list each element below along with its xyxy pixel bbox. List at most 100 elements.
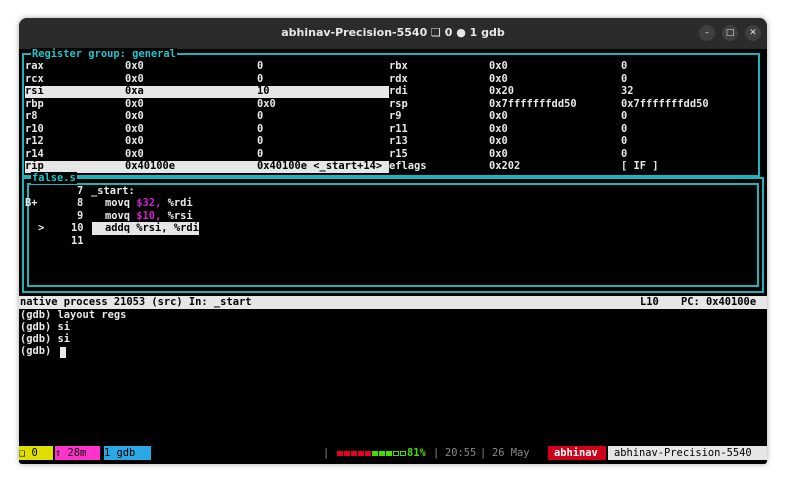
register-name: r9 bbox=[389, 110, 402, 122]
battery-cell bbox=[393, 450, 399, 456]
register-value: 0 bbox=[621, 122, 628, 135]
register-name: rip bbox=[25, 160, 44, 172]
register-value: 0x0 bbox=[125, 97, 144, 110]
register-value: 0 bbox=[621, 60, 628, 72]
code-label: _start: bbox=[91, 185, 135, 197]
console-prompt: (gdb) bbox=[20, 345, 58, 357]
uptime-label: ↑ 28m bbox=[55, 447, 87, 459]
register-value: 0 bbox=[257, 60, 264, 72]
register-name: r12 bbox=[25, 135, 44, 147]
register-value: 0 bbox=[621, 147, 628, 160]
terminal-content[interactable]: Register group: general rax 0x0 0 rbx 0x0 0 rc… bbox=[19, 48, 767, 464]
register-name: rdx bbox=[389, 72, 408, 85]
battery-cell bbox=[379, 450, 385, 456]
console-line: (gdb) si bbox=[20, 333, 71, 345]
separator: | bbox=[480, 447, 487, 459]
instruction: movq $32, %rdi bbox=[105, 197, 193, 209]
current-instruction: addq %rsi, %rdi bbox=[92, 222, 199, 235]
line-number: 7 bbox=[77, 185, 84, 197]
register-value: 0x0 bbox=[125, 135, 144, 147]
register-value: 0 bbox=[257, 135, 264, 147]
register-name: r11 bbox=[389, 122, 408, 135]
register-value: 0 bbox=[621, 135, 628, 147]
instruction: movq $10, %rsi bbox=[105, 210, 193, 222]
register-value: 0 bbox=[257, 147, 264, 160]
register-value: 0x40100e bbox=[125, 160, 176, 172]
console-line: (gdb) si bbox=[20, 321, 71, 333]
opcode: addq %rsi, %rdi bbox=[105, 222, 199, 235]
register-value: 0x0 bbox=[125, 122, 144, 135]
register-name: r13 bbox=[389, 135, 408, 147]
console-line: (gdb) layout regs bbox=[20, 309, 127, 321]
register-value: [ IF ] bbox=[621, 160, 659, 172]
tmux-window-tab[interactable]: 1 gdb bbox=[104, 446, 151, 460]
register-value: 0xa bbox=[125, 85, 144, 97]
session-label: ❑ 0 bbox=[19, 447, 38, 459]
battery-percent: 81% bbox=[407, 447, 426, 459]
register-value: 0 bbox=[257, 72, 264, 85]
register-value: 0x0 bbox=[125, 110, 144, 122]
register-name: rdi bbox=[389, 85, 408, 97]
process-status: native process 21053 (src) In: _start bbox=[20, 296, 252, 308]
line-number: 9 bbox=[77, 209, 84, 222]
register-value: 10 bbox=[257, 85, 270, 97]
text-cursor bbox=[60, 347, 66, 358]
register-name: rsp bbox=[389, 97, 408, 110]
battery-cell bbox=[344, 450, 350, 456]
minimize-button[interactable]: – bbox=[699, 25, 715, 41]
register-value: 0 bbox=[257, 110, 264, 122]
battery-cell bbox=[337, 450, 343, 456]
register-value: 0 bbox=[257, 122, 264, 135]
battery-gauge bbox=[337, 446, 407, 460]
register-name: rbx bbox=[389, 60, 408, 72]
opcode: movq bbox=[105, 209, 137, 222]
register-value: 0x40100e <_start+14> bbox=[257, 160, 383, 172]
window-tab-label: 1 gdb bbox=[104, 447, 136, 459]
register-value: 0x202 bbox=[489, 160, 521, 172]
battery-cell bbox=[386, 450, 392, 456]
register-value: 0 bbox=[621, 110, 628, 122]
register-name: r8 bbox=[25, 110, 38, 122]
battery-cell bbox=[400, 450, 406, 456]
clock: 20:55 bbox=[445, 447, 477, 459]
title-bar[interactable]: abhinav-Precision-5540 ❑ 0 ● 1 gdb – □ ✕ bbox=[19, 18, 767, 49]
line-number: 11 bbox=[71, 234, 84, 247]
register-value: 0x0 bbox=[489, 135, 508, 147]
user-label: abhinav bbox=[554, 447, 598, 459]
register-name: rcx bbox=[25, 72, 44, 85]
register-value: 0 bbox=[621, 72, 628, 85]
tmux-session[interactable]: ❑ 0 bbox=[19, 446, 53, 460]
register-value: 0x7fffffffdd50 bbox=[621, 97, 709, 110]
gdb-status-bar: native process 21053 (src) In: _start L1… bbox=[19, 296, 767, 309]
opcode: movq bbox=[105, 197, 137, 210]
changed-register-highlight bbox=[25, 86, 389, 98]
register-name: rbp bbox=[25, 97, 44, 110]
register-value: 0x0 bbox=[489, 110, 508, 122]
close-button[interactable]: ✕ bbox=[745, 25, 761, 41]
date: 26 May bbox=[492, 447, 530, 459]
breakpoint-marker: > bbox=[38, 222, 45, 235]
register-value: 0x0 bbox=[125, 72, 144, 85]
line-indicator: L10 bbox=[640, 296, 659, 308]
host-label: abhinav-Precision-5540 bbox=[614, 447, 752, 459]
register-name: rsi bbox=[25, 85, 44, 97]
register-value: 0x7fffffffdd50 bbox=[489, 97, 577, 110]
separator: | bbox=[323, 447, 330, 459]
register-name: r10 bbox=[25, 122, 44, 135]
register-value: 0x20 bbox=[489, 85, 515, 97]
pc-indicator: PC: 0x40100e bbox=[681, 296, 757, 308]
register-value: 0x0 bbox=[489, 60, 508, 72]
line-number: 10 bbox=[71, 222, 84, 235]
tmux-uptime: ↑ 28m bbox=[55, 446, 100, 460]
register-name: r15 bbox=[389, 147, 408, 160]
register-value: 0x0 bbox=[125, 60, 144, 72]
register-panel-title: Register group: general bbox=[31, 48, 177, 61]
separator: | bbox=[433, 447, 440, 459]
maximize-button[interactable]: □ bbox=[722, 25, 738, 41]
battery-cell bbox=[351, 450, 357, 456]
register-value: 32 bbox=[621, 85, 634, 97]
immediate-operand: $10 bbox=[136, 209, 156, 222]
register-value: 0x0 bbox=[257, 97, 276, 110]
source-panel-title: false.s bbox=[31, 172, 77, 185]
register-name: eflags bbox=[389, 160, 427, 172]
